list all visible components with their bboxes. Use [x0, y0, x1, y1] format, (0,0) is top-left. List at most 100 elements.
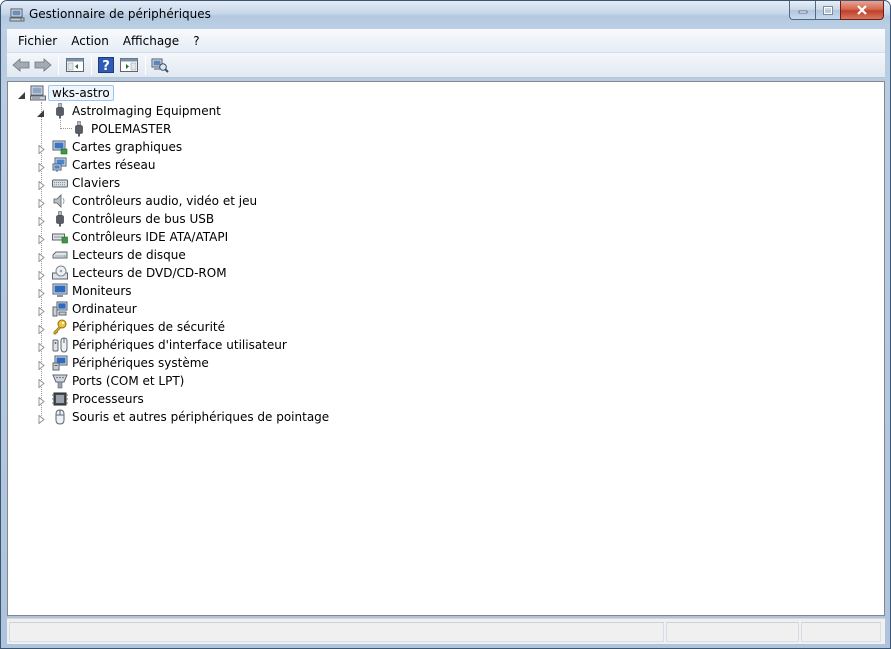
- expand-arrow-icon[interactable]: [37, 395, 46, 407]
- tree-category-node[interactable]: Périphériques système: [8, 354, 338, 372]
- expand-arrow-icon[interactable]: [37, 251, 46, 263]
- tree-device-label: POLEMASTER: [91, 122, 172, 136]
- tree-category-node[interactable]: Contrôleurs de bus USB: [8, 210, 338, 228]
- menu-affichage[interactable]: Affichage: [116, 34, 186, 48]
- menu-fichier[interactable]: Fichier: [7, 34, 64, 48]
- status-bar: [7, 618, 885, 644]
- disk-drive-icon: [52, 247, 68, 263]
- expand-arrow-icon[interactable]: [37, 179, 46, 191]
- tree-root-node[interactable]: wks-astro: [8, 84, 308, 102]
- window-title: Gestionnaire de périphériques: [29, 7, 211, 21]
- tree-category-label: Contrôleurs IDE ATA/ATAPI: [72, 230, 229, 244]
- network-adapter-icon: [52, 157, 68, 173]
- back-button[interactable]: [11, 56, 31, 74]
- maximize-button[interactable]: [815, 1, 840, 20]
- tree-category-label: Cartes réseau: [72, 158, 156, 172]
- tree-category-node[interactable]: Claviers: [8, 174, 338, 192]
- expand-arrow-icon[interactable]: [37, 197, 46, 209]
- device-tree[interactable]: wks-astro AstroImaging Equipment POLEMAS…: [7, 81, 885, 616]
- tree-category-node[interactable]: Ordinateur: [8, 300, 338, 318]
- dvd-drive-icon: [52, 265, 68, 281]
- toolbar-separator: [58, 56, 59, 75]
- close-icon: [857, 5, 867, 15]
- tree-category-node[interactable]: Cartes réseau: [8, 156, 338, 174]
- device-manager-window: Gestionnaire de périphériques Fichier Ac…: [0, 0, 891, 649]
- scan-hardware-button[interactable]: [150, 56, 170, 74]
- tree-category-label: Souris et autres périphériques de pointa…: [72, 410, 330, 424]
- expand-arrow-icon[interactable]: [37, 161, 46, 173]
- tree-category-label: Contrôleurs de bus USB: [72, 212, 215, 226]
- system-devices-icon: [52, 355, 68, 371]
- expand-arrow-icon[interactable]: [37, 215, 46, 227]
- expand-arrow-icon[interactable]: [37, 269, 46, 281]
- tree-category-label: Ordinateur: [72, 302, 137, 316]
- security-key-icon: [52, 319, 68, 335]
- expand-arrow-icon[interactable]: [37, 287, 46, 299]
- collapse-arrow-icon[interactable]: [17, 89, 26, 99]
- help-button[interactable]: ?: [96, 56, 116, 74]
- status-pane-main: [9, 622, 664, 642]
- usb-plug-icon: [52, 103, 68, 119]
- tree-category-node[interactable]: Souris et autres périphériques de pointa…: [8, 408, 338, 426]
- close-button[interactable]: [840, 1, 884, 20]
- tree-category-label: Contrôleurs audio, vidéo et jeu: [72, 194, 258, 208]
- toolbar-separator: [145, 56, 146, 75]
- tree-category-label: Claviers: [72, 176, 121, 190]
- tree-category-node[interactable]: Périphériques d'interface utilisateur: [8, 336, 338, 354]
- tree-root-label: wks-astro: [48, 85, 114, 101]
- tree-category-node[interactable]: Lecteurs de disque: [8, 246, 338, 264]
- expand-arrow-icon[interactable]: [37, 305, 46, 317]
- title-bar[interactable]: Gestionnaire de périphériques: [1, 1, 890, 29]
- expand-arrow-icon[interactable]: [37, 359, 46, 371]
- expand-arrow-icon[interactable]: [37, 323, 46, 335]
- expand-arrow-icon[interactable]: [37, 341, 46, 353]
- keyboard-icon: [52, 175, 68, 191]
- tree-category-node[interactable]: Contrôleurs audio, vidéo et jeu: [8, 192, 338, 210]
- show-hide-console-tree-button[interactable]: [65, 56, 85, 74]
- speaker-icon: [52, 193, 68, 209]
- show-hide-console-tree-icon: [66, 58, 84, 72]
- scan-hardware-icon: [151, 58, 169, 73]
- tree-category-label: Ports (COM et LPT): [72, 374, 185, 388]
- caption-buttons: [789, 1, 884, 21]
- forward-button[interactable]: [33, 56, 53, 74]
- display-adapter-icon: [52, 139, 68, 155]
- properties-pane-button[interactable]: [119, 56, 139, 74]
- collapse-arrow-icon[interactable]: [36, 107, 45, 117]
- processor-icon: [52, 391, 68, 407]
- maximize-icon: [823, 5, 833, 15]
- tree-category-node[interactable]: Lecteurs de DVD/CD-ROM: [8, 264, 338, 282]
- minimize-button[interactable]: [789, 1, 815, 20]
- expand-arrow-icon[interactable]: [37, 377, 46, 389]
- mouse-icon: [52, 409, 68, 425]
- computer-icon: [52, 301, 68, 317]
- expand-arrow-icon[interactable]: [37, 413, 46, 425]
- tree-category-label: Lecteurs de DVD/CD-ROM: [72, 266, 227, 280]
- forward-arrow-icon: [34, 58, 52, 72]
- monitor-icon: [52, 283, 68, 299]
- tree-category-node[interactable]: Contrôleurs IDE ATA/ATAPI: [8, 228, 338, 246]
- expand-arrow-icon[interactable]: [37, 233, 46, 245]
- tree-category-node[interactable]: Processeurs: [8, 390, 338, 408]
- status-pane-tertiary: [801, 622, 881, 642]
- tree-category-label: Lecteurs de disque: [72, 248, 186, 262]
- tree-category-label: Périphériques de sécurité: [72, 320, 226, 334]
- menu-bar: Fichier Action Affichage ?: [7, 29, 885, 53]
- tree-category-astroimaging[interactable]: AstroImaging Equipment: [8, 102, 308, 120]
- tree-category-label: Processeurs: [72, 392, 144, 406]
- tree-category-node[interactable]: Périphériques de sécurité: [8, 318, 338, 336]
- tree-category-label: Périphériques d'interface utilisateur: [72, 338, 287, 352]
- usb-plug-icon: [52, 211, 68, 227]
- toolbar-separator: [91, 56, 92, 75]
- tree-category-node[interactable]: Moniteurs: [8, 282, 338, 300]
- tree-device-polemaster[interactable]: POLEMASTER: [8, 120, 308, 138]
- tree-category-node[interactable]: Ports (COM et LPT): [8, 372, 338, 390]
- device-manager-app-icon: [9, 7, 25, 23]
- menu-action[interactable]: Action: [64, 34, 116, 48]
- tree-category-label: AstroImaging Equipment: [72, 104, 221, 118]
- expand-arrow-icon[interactable]: [37, 143, 46, 155]
- tree-category-label: Périphériques système: [72, 356, 209, 370]
- tree-category-node[interactable]: Cartes graphiques: [8, 138, 338, 156]
- svg-text:?: ?: [102, 59, 110, 73]
- menu-help[interactable]: ?: [186, 34, 206, 48]
